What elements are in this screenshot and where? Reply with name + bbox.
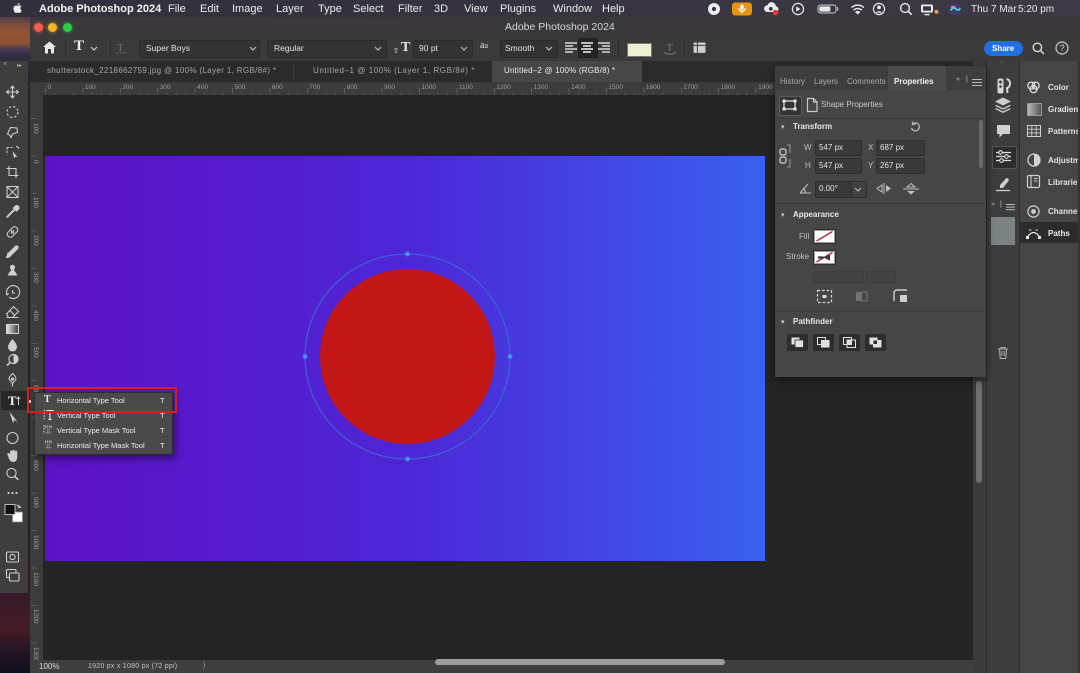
svg-text:T: T	[45, 425, 52, 436]
svg-text:T: T	[45, 440, 52, 451]
svg-text:T: T	[8, 393, 17, 408]
svg-text:T: T	[666, 42, 673, 54]
svg-text:?: ?	[1060, 43, 1065, 53]
svg-text:T: T	[117, 42, 124, 54]
